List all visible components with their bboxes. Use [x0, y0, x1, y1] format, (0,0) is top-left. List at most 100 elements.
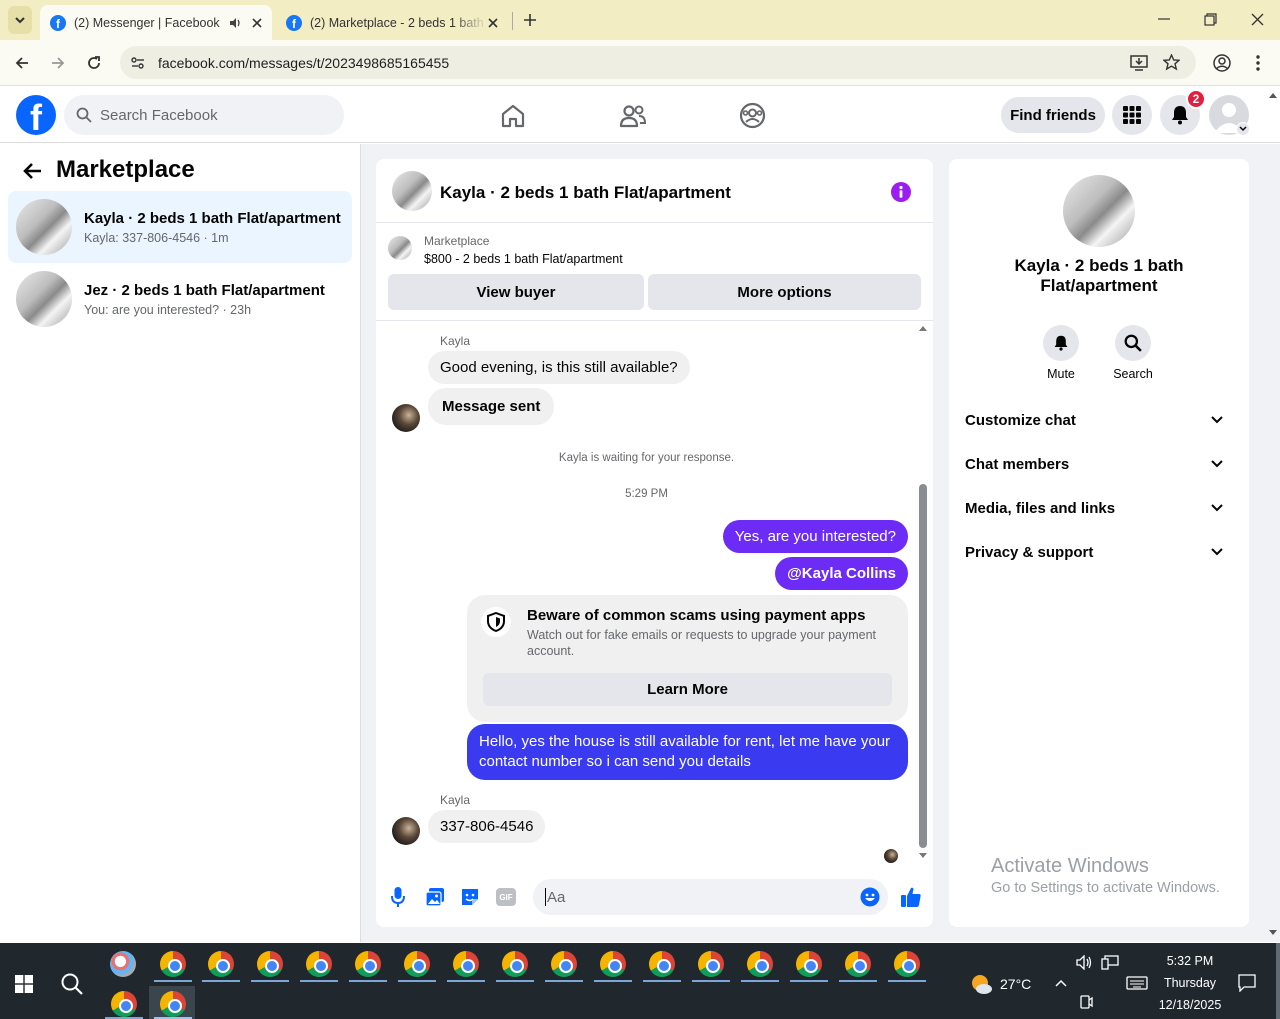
taskbar-chrome-icon[interactable]	[355, 951, 381, 977]
incoming-message[interactable]: 337-806-4546	[428, 810, 546, 843]
taskbar-chrome-icon[interactable]	[894, 951, 920, 977]
taskbar-chrome-icon[interactable]	[698, 951, 724, 977]
taskbar-chrome-icon[interactable]	[600, 951, 626, 977]
back-arrow-icon[interactable]	[14, 55, 30, 71]
facebook-favicon-icon: f	[286, 14, 302, 31]
tab-messenger[interactable]: f (2) Messenger | Facebook	[40, 5, 272, 40]
info-icon[interactable]	[890, 181, 912, 203]
scrollbar-thumb[interactable]	[919, 484, 927, 848]
thumbs-up-icon[interactable]	[900, 886, 922, 908]
window-close-icon[interactable]	[1251, 13, 1264, 26]
taskbar-chrome-icon[interactable]	[306, 951, 332, 977]
view-buyer-button[interactable]: View buyer	[388, 274, 644, 310]
sender-avatar[interactable]	[392, 817, 420, 845]
taskbar-chrome-icon[interactable]	[747, 951, 773, 977]
minimize-icon[interactable]	[1158, 18, 1170, 20]
tab-search-button[interactable]	[8, 6, 32, 34]
sticker-icon[interactable]	[460, 887, 480, 907]
search-facebook-input[interactable]: Search Facebook	[64, 95, 344, 135]
meet-now-icon[interactable]	[1079, 995, 1093, 1009]
page-scroll-down-icon[interactable]	[1268, 929, 1278, 937]
facebook-logo-icon[interactable]: f	[16, 95, 56, 135]
account-chevron[interactable]	[1236, 122, 1250, 136]
chat-thumbnail[interactable]	[392, 171, 432, 211]
scroll-up-icon[interactable]	[918, 324, 928, 332]
taskbar-search-icon[interactable]	[60, 972, 84, 996]
taskbar-chrome-icon[interactable]	[649, 951, 675, 977]
weather-icon[interactable]	[969, 973, 993, 995]
bell-icon	[1172, 106, 1188, 125]
menu-grid-button[interactable]	[1112, 95, 1152, 135]
incoming-message[interactable]: Message sent	[428, 388, 555, 425]
outgoing-message[interactable]: Yes, are you interested?	[722, 520, 908, 553]
listing-title[interactable]: $800 - 2 beds 1 bath Flat/apartment	[424, 252, 623, 266]
notification-center-icon[interactable]	[1238, 974, 1256, 992]
taskbar-chrome-icon[interactable]	[111, 991, 137, 1017]
clock-date[interactable]: 12/18/2025	[1150, 998, 1230, 1012]
groups-icon[interactable]	[739, 102, 766, 129]
bookmark-star-icon[interactable]	[1163, 54, 1180, 71]
more-options-button[interactable]: More options	[648, 274, 921, 310]
windows-start-icon[interactable]	[15, 975, 33, 993]
taskbar-chrome-icon[interactable]	[796, 951, 822, 977]
kebab-menu-icon[interactable]	[1256, 54, 1260, 72]
clock-day[interactable]: Thursday	[1150, 976, 1230, 990]
home-icon[interactable]	[500, 103, 526, 129]
chat-members-section[interactable]: Chat members	[965, 442, 1233, 486]
taskbar-chrome-icon[interactable]	[845, 951, 871, 977]
new-tab-plus-icon[interactable]	[522, 12, 538, 28]
taskbar-chrome-icon-active[interactable]	[160, 991, 186, 1017]
weather-temp[interactable]: 27°C	[1000, 976, 1031, 992]
taskbar-chrome-icon[interactable]	[551, 951, 577, 977]
keyboard-icon[interactable]	[1126, 976, 1148, 990]
chat-title[interactable]: Kayla · 2 beds 1 bath Flat/apartment	[440, 183, 731, 203]
media-files-links-section[interactable]: Media, files and links	[965, 486, 1233, 530]
conversation-item[interactable]: Jez · 2 beds 1 bath Flat/apartment You: …	[8, 263, 352, 335]
address-bar[interactable]: facebook.com/messages/t/2023498685165455	[120, 46, 1196, 79]
conversation-item[interactable]: Kayla · 2 beds 1 bath Flat/apartment Kay…	[8, 191, 352, 263]
gif-button[interactable]: GIF	[496, 888, 516, 906]
restore-icon[interactable]	[1204, 13, 1217, 26]
install-app-icon[interactable]	[1130, 54, 1148, 71]
outgoing-message[interactable]: Hello, yes the house is still available …	[467, 724, 908, 780]
sender-avatar[interactable]	[392, 404, 420, 432]
tray-chevron-up-icon[interactable]	[1055, 979, 1067, 987]
outgoing-message-mention[interactable]: @Kayla Collins	[775, 557, 908, 590]
site-settings-icon[interactable]	[130, 55, 146, 71]
back-arrow-icon[interactable]	[22, 162, 42, 180]
find-friends-button[interactable]: Find friends	[1001, 97, 1105, 133]
listing-image[interactable]	[1063, 175, 1135, 247]
incoming-message[interactable]: Good evening, is this still available?	[428, 351, 690, 384]
tab-marketplace[interactable]: f (2) Marketplace - 2 beds 1 bath	[276, 5, 508, 40]
taskbar-app-paint-icon[interactable]	[110, 951, 136, 977]
page-scroll-up-icon[interactable]	[1268, 91, 1278, 99]
close-icon[interactable]	[488, 17, 498, 28]
sender-name: Kayla	[440, 793, 471, 807]
customize-chat-section[interactable]: Customize chat	[965, 398, 1233, 442]
emoji-icon[interactable]	[860, 887, 880, 907]
close-icon[interactable]	[252, 17, 262, 28]
taskbar-chrome-icon[interactable]	[502, 951, 528, 977]
forward-arrow-icon[interactable]	[50, 55, 66, 71]
taskbar-chrome-icon[interactable]	[404, 951, 430, 977]
message-thread[interactable]: Kayla Good evening, is this still availa…	[376, 322, 933, 863]
privacy-support-section[interactable]: Privacy & support	[965, 530, 1233, 574]
network-icon[interactable]	[1101, 955, 1119, 970]
reload-icon[interactable]	[86, 55, 102, 71]
listing-thumbnail[interactable]	[388, 236, 412, 260]
clock-time[interactable]: 5:32 PM	[1150, 954, 1230, 968]
message-input[interactable]: Aa	[533, 879, 888, 915]
profile-icon[interactable]	[1213, 54, 1231, 72]
microphone-icon[interactable]	[391, 886, 405, 908]
mute-button[interactable]: Mute	[1041, 325, 1081, 381]
friends-icon[interactable]	[619, 103, 647, 129]
search-in-chat-button[interactable]: Search	[1111, 325, 1155, 381]
taskbar-chrome-icon[interactable]	[208, 951, 234, 977]
volume-icon[interactable]	[1076, 955, 1093, 970]
scroll-down-icon[interactable]	[918, 852, 928, 860]
taskbar-chrome-icon[interactable]	[453, 951, 479, 977]
taskbar-chrome-icon[interactable]	[257, 951, 283, 977]
learn-more-button[interactable]: Learn More	[483, 673, 892, 706]
taskbar-chrome-icon[interactable]	[160, 951, 186, 977]
photo-icon[interactable]	[425, 887, 445, 907]
